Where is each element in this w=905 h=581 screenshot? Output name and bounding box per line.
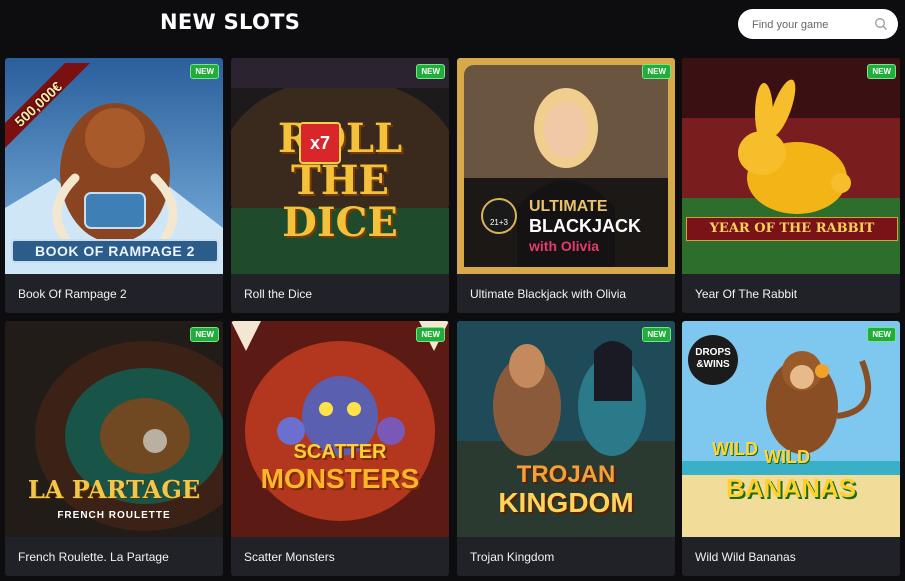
new-badge: NEW <box>642 64 671 79</box>
game-card-roll-the-dice[interactable]: ROLL THE DICE x7 NEW Roll the Dice <box>231 58 449 313</box>
new-badge: NEW <box>867 327 896 342</box>
game-thumbnail[interactable]: TROJAN KINGDOM <box>457 321 675 537</box>
game-thumbnail[interactable]: LA PARTAGE FRENCH ROULETTE <box>5 321 223 537</box>
game-title[interactable]: Year Of The Rabbit <box>695 287 797 301</box>
page-title: NEW SLOTS <box>160 10 301 34</box>
new-badge: NEW <box>416 64 445 79</box>
new-badge: NEW <box>190 327 219 342</box>
game-card-french-roulette[interactable]: LA PARTAGE FRENCH ROULETTE NEW French Ro… <box>5 321 223 576</box>
header: NEW SLOTS <box>0 0 905 52</box>
drops-and-wins-tag: DROPS &WINS <box>688 335 738 385</box>
game-title[interactable]: Ultimate Blackjack with Olivia <box>470 287 626 301</box>
game-title[interactable]: Roll the Dice <box>244 287 312 301</box>
game-logo-line2: BLACKJACK <box>529 216 641 236</box>
search-icon[interactable] <box>874 17 888 31</box>
game-logo-line2: FRENCH ROULETTE <box>57 510 171 521</box>
game-card-trojan-kingdom[interactable]: TROJAN KINGDOM NEW Trojan Kingdom <box>457 321 675 576</box>
game-thumbnail[interactable]: 500,000€ BOOK OF RAMPAGE 2 <box>5 58 223 274</box>
new-badge: NEW <box>190 64 219 79</box>
game-title[interactable]: Trojan Kingdom <box>470 550 554 564</box>
game-title[interactable]: Scatter Monsters <box>244 550 335 564</box>
game-logo-line2: WILD <box>764 447 810 467</box>
game-thumbnail[interactable]: YEAR OF THE RABBIT <box>682 58 900 274</box>
game-logo-text: BOOK OF RAMPAGE 2 <box>11 239 219 263</box>
game-card-wild-wild-bananas[interactable]: DROPS &WINS WILD WILD BANANAS NEW Wild W… <box>682 321 900 576</box>
game-logo-line1: SCATTER <box>293 441 387 463</box>
multiplier-dice: x7 <box>299 122 341 164</box>
game-logo-line3: with Olivia <box>529 238 600 254</box>
game-logo-line1: LA PARTAGE <box>27 475 201 504</box>
game-logo-text: YEAR OF THE RABBIT <box>686 217 898 241</box>
tag-line2: &WINS <box>696 359 730 370</box>
game-card-scatter-monsters[interactable]: SCATTER MONSTERS NEW Scatter Monsters <box>231 321 449 576</box>
game-card-ultimate-blackjack[interactable]: 21+3 ULTIMATE BLACKJACK with Olivia NEW … <box>457 58 675 313</box>
game-thumbnail[interactable]: 21+3 ULTIMATE BLACKJACK with Olivia <box>457 58 675 274</box>
game-card-year-of-the-rabbit[interactable]: YEAR OF THE RABBIT NEW Year Of The Rabbi… <box>682 58 900 313</box>
tag-line1: DROPS <box>695 347 731 358</box>
game-logo-line1: TROJAN <box>516 461 616 488</box>
game-card-book-of-rampage-2[interactable]: 500,000€ BOOK OF RAMPAGE 2 NEW Book Of R… <box>5 58 223 313</box>
search-box[interactable] <box>738 9 898 41</box>
game-logo-line3: BANANAS <box>726 473 856 503</box>
game-logo-line1: ULTIMATE <box>529 198 608 215</box>
game-logo-line2: MONSTERS <box>260 463 420 494</box>
game-title[interactable]: Book Of Rampage 2 <box>18 287 127 301</box>
game-thumbnail[interactable]: ROLL THE DICE x7 <box>231 58 449 274</box>
game-logo-line1: WILD <box>712 439 758 459</box>
search-input[interactable] <box>750 9 872 41</box>
new-badge: NEW <box>642 327 671 342</box>
chip-icon: 21+3 <box>481 198 517 234</box>
game-title[interactable]: Wild Wild Bananas <box>695 550 796 564</box>
new-badge: NEW <box>867 64 896 79</box>
new-badge: NEW <box>416 327 445 342</box>
game-thumbnail[interactable]: SCATTER MONSTERS <box>231 321 449 537</box>
game-thumbnail[interactable]: DROPS &WINS WILD WILD BANANAS <box>682 321 900 537</box>
game-logo-line2: KINGDOM <box>498 487 634 518</box>
game-title[interactable]: French Roulette. La Partage <box>18 550 169 564</box>
